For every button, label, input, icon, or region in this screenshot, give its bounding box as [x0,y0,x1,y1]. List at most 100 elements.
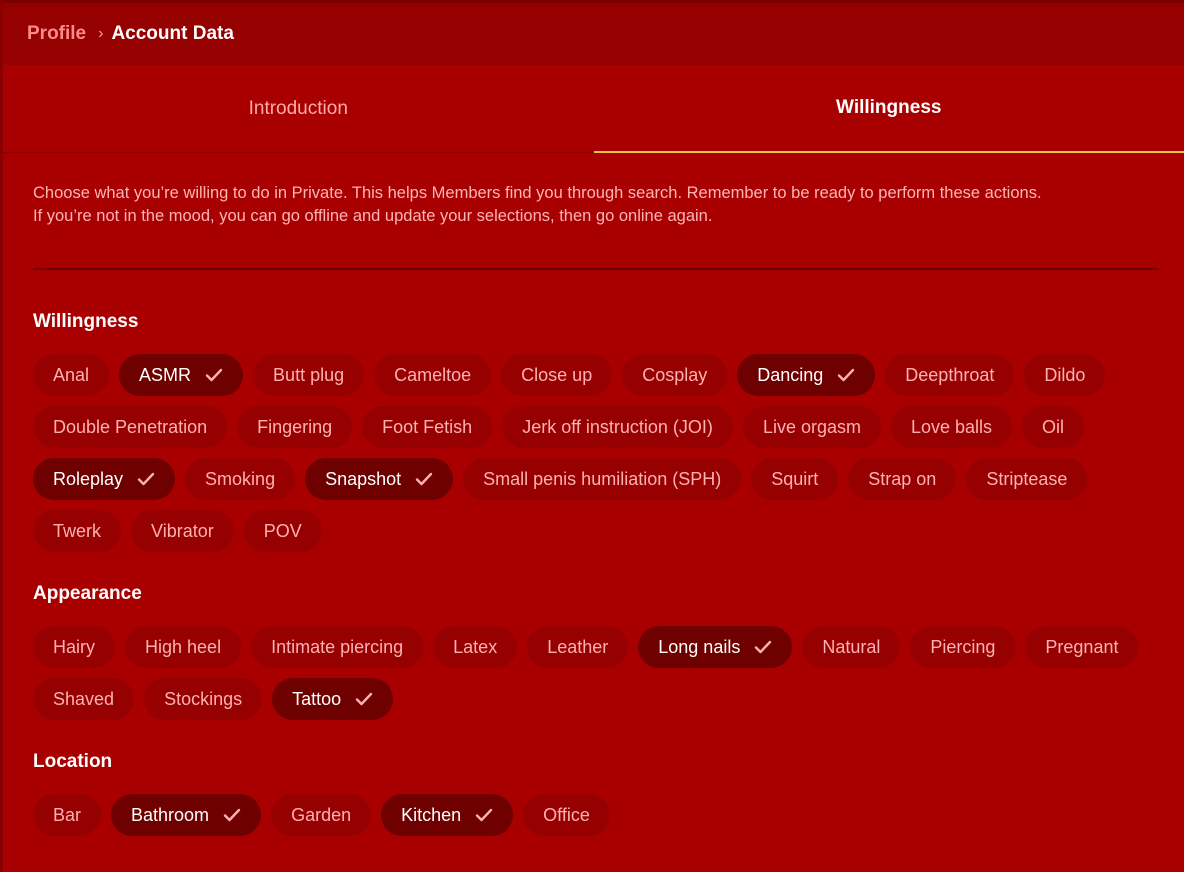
checkmark-icon [223,808,241,822]
chip-label: Deepthroat [905,364,995,385]
page-header: Profile › Account Data [3,3,1184,65]
chip-love-balls[interactable]: Love balls [890,406,1013,448]
appearance-section: Appearance Hairy High heel Intimate pierci… [33,582,1163,720]
checkmark-icon [475,808,493,822]
chip-office[interactable]: Office [523,794,610,836]
checkmark-icon [415,472,433,486]
chip-long-nails[interactable]: Long nails [638,626,793,668]
chip-asmr[interactable]: ASMR [119,354,244,396]
chip-close-up[interactable]: Close up [501,354,613,396]
willingness-section: Willingness Anal ASMR Butt plug Cameltoe Clo… [33,310,1163,552]
chip-label: Foot Fetish [382,416,473,437]
chip-fingering[interactable]: Fingering [237,406,353,448]
chip-label: Jerk off instruction (JOI) [522,416,713,437]
chip-label: Close up [521,364,593,385]
chip-roleplay[interactable]: Roleplay [33,458,176,500]
chip-bar[interactable]: Bar [33,794,102,836]
chip-label: Kitchen [401,804,462,825]
chip-small-penis-humiliation-sph[interactable]: Small penis humiliation (SPH) [463,458,742,500]
chip-label: Smoking [205,468,276,489]
chip-snapshot[interactable]: Snapshot [305,458,454,500]
chip-deepthroat[interactable]: Deepthroat [885,354,1015,396]
checkmark-icon [355,692,373,706]
chip-leather[interactable]: Leather [527,626,629,668]
chip-piercing[interactable]: Piercing [910,626,1016,668]
chip-label: Leather [547,636,609,657]
chip-bathroom[interactable]: Bathroom [111,794,262,836]
chip-butt-plug[interactable]: Butt plug [253,354,365,396]
chip-pov[interactable]: POV [243,510,322,552]
chip-natural[interactable]: Natural [802,626,901,668]
chip-cameltoe[interactable]: Cameltoe [374,354,492,396]
chip-label: Long nails [658,636,741,657]
chip-jerk-off-instruction-joi[interactable]: Jerk off instruction (JOI) [502,406,733,448]
chip-oil[interactable]: Oil [1022,406,1085,448]
chip-label: Latex [453,636,498,657]
chip-label: Snapshot [325,468,402,489]
chip-latex[interactable]: Latex [433,626,518,668]
chip-dildo[interactable]: Dildo [1024,354,1106,396]
chip-label: Bathroom [131,804,210,825]
chip-label: POV [263,520,302,541]
chip-label: Pregnant [1045,636,1119,657]
chip-label: Office [543,804,590,825]
chip-label: Double Penetration [53,416,208,437]
description-line-2: If you’re not in the mood, you can go of… [33,207,713,225]
chip-label: Cameltoe [394,364,472,385]
chip-label: Cosplay [642,364,708,385]
chip-cosplay[interactable]: Cosplay [622,354,728,396]
checkmark-icon [837,368,855,382]
breadcrumb: Profile › Account Data [27,23,234,45]
chip-label: Bar [53,804,82,825]
chip-label: Anal [53,364,90,385]
chip-live-orgasm[interactable]: Live orgasm [742,406,881,448]
chip-label: Butt plug [273,364,345,385]
chip-striptease[interactable]: Striptease [966,458,1088,500]
chip-label: Roleplay [53,468,124,489]
chip-twerk[interactable]: Twerk [33,510,122,552]
chip-hairy[interactable]: Hairy [33,626,116,668]
chip-vibrator[interactable]: Vibrator [131,510,234,552]
chip-label: Garden [291,804,352,825]
section-divider [33,268,1159,270]
tab-willingness[interactable]: Willingness [593,65,1184,153]
chip-label: ASMR [139,364,192,385]
chip-dancing[interactable]: Dancing [737,354,876,396]
chip-garden[interactable]: Garden [271,794,372,836]
breadcrumb-current: Account Data [111,23,234,44]
checkmark-icon [754,640,772,654]
chip-tattoo[interactable]: Tattoo [272,678,394,720]
chip-label: Small penis humiliation (SPH) [483,468,722,489]
chip-label: Natural [822,636,881,657]
appearance-heading: Appearance [33,583,142,604]
checkmark-icon [137,472,155,486]
chip-pregnant[interactable]: Pregnant [1025,626,1139,668]
chip-high-heel[interactable]: High heel [125,626,242,668]
appearance-chip-list: Hairy High heel Intimate piercing Latex Leat… [33,626,1163,720]
chip-anal[interactable]: Anal [33,354,110,396]
chip-label: Shaved [53,688,115,709]
breadcrumb-separator: › [98,25,104,42]
chip-squirt[interactable]: Squirt [751,458,839,500]
chip-stockings[interactable]: Stockings [144,678,263,720]
chip-smoking[interactable]: Smoking [185,458,296,500]
breadcrumb-profile-link[interactable]: Profile [27,23,86,45]
willingness-chip-list: Anal ASMR Butt plug Cameltoe Close up Cosplay… [33,354,1163,552]
chip-shaved[interactable]: Shaved [33,678,135,720]
chip-kitchen[interactable]: Kitchen [381,794,514,836]
chip-label: Fingering [257,416,333,437]
chip-label: High heel [145,636,222,657]
chip-label: Dildo [1044,364,1086,385]
chip-label: Stockings [164,688,243,709]
tab-introduction[interactable]: Introduction [3,65,594,153]
chip-double-penetration[interactable]: Double Penetration [33,406,228,448]
chip-strap-on[interactable]: Strap on [848,458,957,500]
chip-label: Dancing [757,364,824,385]
chip-intimate-piercing[interactable]: Intimate piercing [251,626,424,668]
location-chip-list: Bar Bathroom Garden Kitchen Office [33,794,1163,836]
chip-label: Oil [1042,416,1065,437]
chip-label: Squirt [771,468,819,489]
location-heading: Location [33,751,113,772]
tab-bar: Introduction Willingness [3,65,1184,153]
chip-foot-fetish[interactable]: Foot Fetish [362,406,493,448]
